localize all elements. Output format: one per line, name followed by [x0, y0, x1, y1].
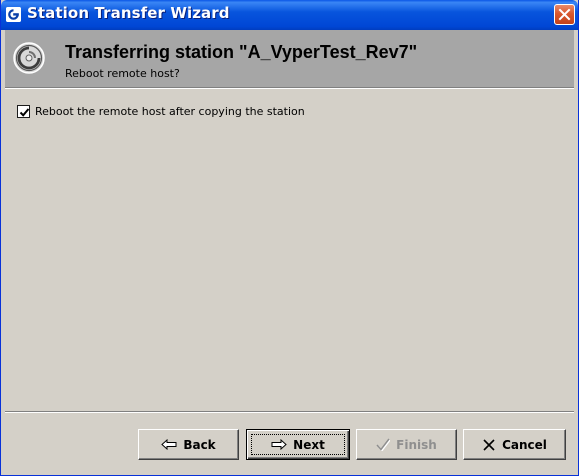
- title-bar[interactable]: Station Transfer Wizard: [1, 0, 578, 30]
- checkmark-icon: [19, 107, 30, 117]
- close-button[interactable]: [554, 4, 575, 25]
- wizard-header: Transferring station "A_VyperTest_Rev7" …: [5, 30, 574, 87]
- app-logo-icon: [6, 7, 21, 22]
- page-title: Transferring station "A_VyperTest_Rev7": [65, 42, 418, 62]
- close-icon: [558, 8, 571, 21]
- reboot-checkbox-row[interactable]: Reboot the remote host after copying the…: [17, 103, 305, 119]
- x-icon: [482, 438, 496, 452]
- page-subtitle: Reboot remote host?: [65, 67, 180, 80]
- arrow-right-icon: [271, 439, 287, 450]
- next-button-label: Next: [293, 437, 325, 452]
- finish-button-label: Finish: [396, 437, 437, 452]
- checkmark-icon: [376, 438, 391, 451]
- reboot-checkbox[interactable]: [17, 104, 30, 118]
- wizard-window: Station Transfer Wizard Transferring sta…: [0, 0, 579, 476]
- back-button[interactable]: Back: [138, 429, 239, 460]
- wizard-content: Reboot the remote host after copying the…: [5, 92, 574, 410]
- finish-button[interactable]: Finish: [356, 429, 457, 460]
- cancel-button[interactable]: Cancel: [463, 429, 566, 460]
- header-divider-highlight: [5, 88, 574, 89]
- window-title: Station Transfer Wizard: [27, 4, 230, 22]
- next-button[interactable]: Next: [246, 429, 350, 460]
- wizard-ring-icon: [12, 41, 46, 75]
- arrow-left-icon: [161, 439, 177, 450]
- cancel-button-label: Cancel: [502, 437, 547, 452]
- footer-divider-highlight: [5, 412, 574, 413]
- reboot-checkbox-label[interactable]: Reboot the remote host after copying the…: [35, 105, 305, 118]
- back-button-label: Back: [183, 437, 216, 452]
